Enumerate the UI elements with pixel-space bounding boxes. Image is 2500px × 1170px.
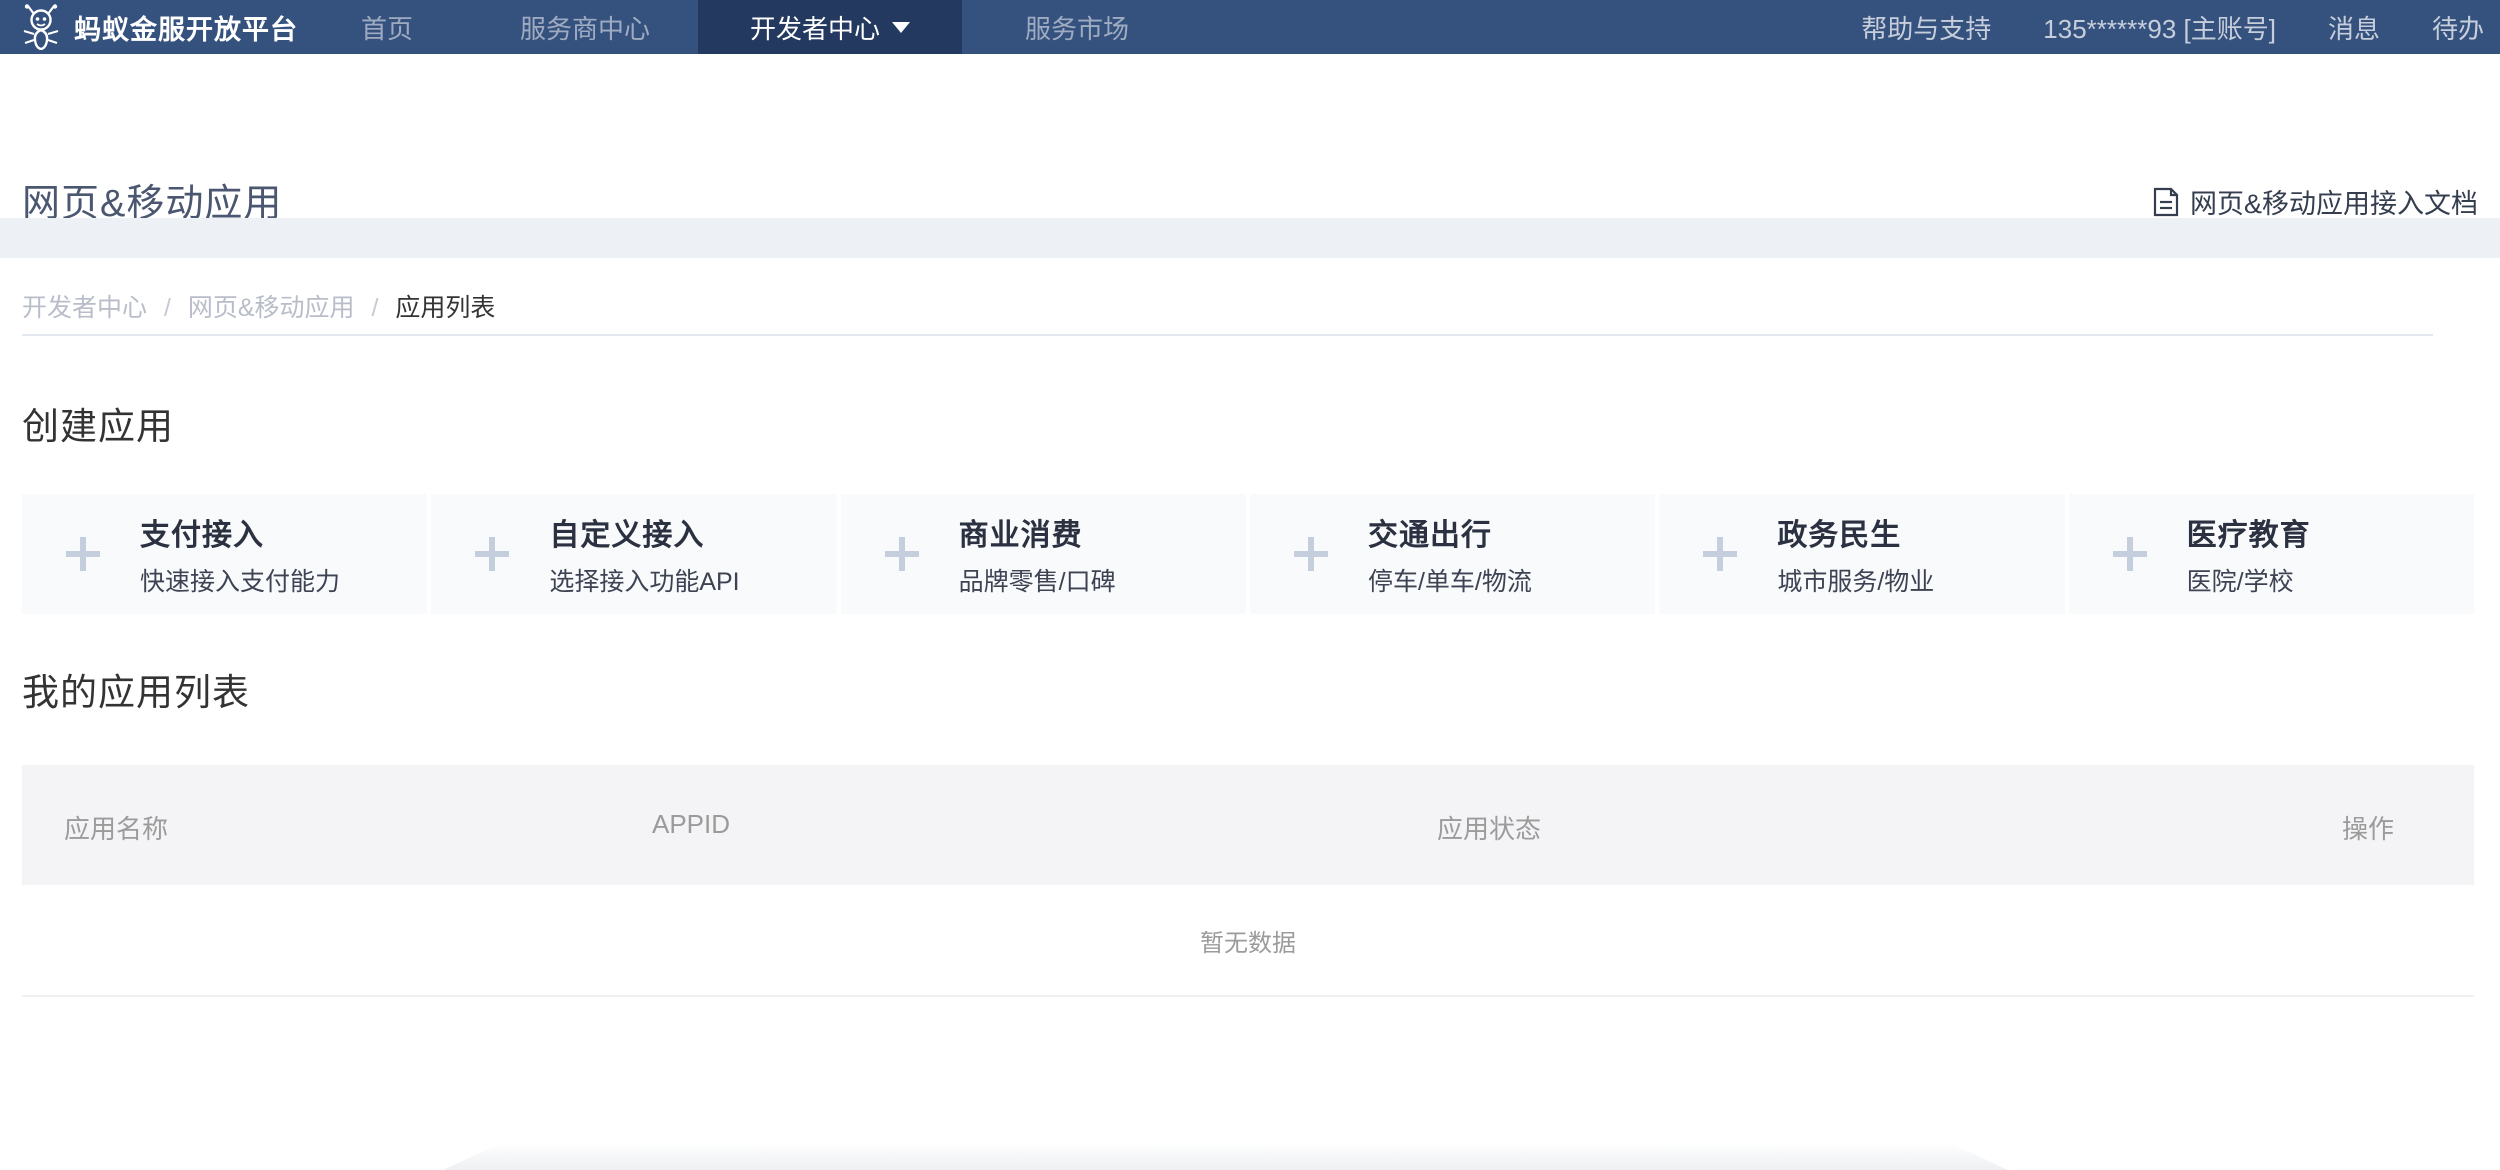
doc-link[interactable]: 网页&移动应用接入文档 <box>2152 182 2478 221</box>
plus-icon <box>1294 537 1328 571</box>
card-text: 医疗教育 医院/学校 <box>2187 510 2311 598</box>
breadcrumb: 开发者中心 / 网页&移动应用 / 应用列表 <box>22 288 495 324</box>
card-title: 支付接入 <box>140 510 340 554</box>
card-subtitle: 医院/学校 <box>2187 562 2311 598</box>
plus-icon <box>2113 537 2147 571</box>
breadcrumb-separator: / <box>372 294 379 322</box>
chevron-down-icon <box>892 22 910 33</box>
card-text: 商业消费 品牌零售/口碑 <box>959 510 1116 598</box>
navbar-right: 帮助与支持 135******93 [主账号] 消息 待办 <box>1861 0 2500 54</box>
nav-item-label: 服务商中心 <box>520 9 650 46</box>
card-text: 支付接入 快速接入支付能力 <box>140 510 340 598</box>
plus-icon <box>475 537 509 571</box>
plus-icon <box>66 537 100 571</box>
breadcrumb-web-mobile-app[interactable]: 网页&移动应用 <box>188 294 355 322</box>
brand[interactable]: 蚂蚁金服开放平台 <box>0 0 298 54</box>
brand-name: 蚂蚁金服开放平台 <box>74 8 298 47</box>
page: 蚂蚁金服开放平台 首页 服务商中心 开发者中心 服务市场 帮助与支持 135**… <box>0 0 2500 1170</box>
footer-shadow <box>443 1142 2008 1170</box>
card-text: 交通出行 停车/单车/物流 <box>1368 510 1532 598</box>
create-card-government[interactable]: 政务民生 城市服务/物业 <box>1659 494 2064 614</box>
create-card-custom[interactable]: 自定义接入 选择接入功能API <box>431 494 836 614</box>
help-support-link[interactable]: 帮助与支持 <box>1861 9 1991 46</box>
column-appid: APPID <box>652 809 730 840</box>
create-card-payment[interactable]: 支付接入 快速接入支付能力 <box>22 494 427 614</box>
card-title: 商业消费 <box>959 510 1116 554</box>
column-actions: 操作 <box>2342 809 2394 846</box>
create-card-commerce[interactable]: 商业消费 品牌零售/口碑 <box>841 494 1246 614</box>
card-subtitle: 停车/单车/物流 <box>1368 562 1532 598</box>
nav-item-label: 首页 <box>361 9 413 46</box>
nav-item-home[interactable]: 首页 <box>302 0 472 54</box>
ant-logo-icon <box>20 4 62 50</box>
document-icon <box>2152 187 2180 217</box>
card-subtitle: 选择接入功能API <box>549 562 739 598</box>
breadcrumb-developer-center[interactable]: 开发者中心 <box>22 294 147 322</box>
app-table-header: 应用名称 APPID 应用状态 操作 <box>22 765 2474 885</box>
card-title: 交通出行 <box>1368 510 1532 554</box>
nav-item-developer-center[interactable]: 开发者中心 <box>698 0 962 54</box>
card-text: 自定义接入 选择接入功能API <box>549 510 739 598</box>
create-section-title: 创建应用 <box>22 396 174 450</box>
todo-link[interactable]: 待办 <box>2432 9 2484 46</box>
column-app-name: 应用名称 <box>64 809 168 846</box>
create-card-strip: 支付接入 快速接入支付能力 自定义接入 选择接入功能API 商业消费 品牌零售/… <box>22 494 2474 614</box>
header-divider-band <box>0 218 2500 258</box>
card-subtitle: 品牌零售/口碑 <box>959 562 1116 598</box>
nav-item-service-provider-center[interactable]: 服务商中心 <box>472 0 698 54</box>
card-title: 医疗教育 <box>2187 510 2311 554</box>
app-list-title: 我的应用列表 <box>22 662 250 716</box>
empty-state-text: 暂无数据 <box>1200 923 1296 958</box>
plus-icon <box>1703 537 1737 571</box>
card-subtitle: 快速接入支付能力 <box>140 562 340 598</box>
column-app-status: 应用状态 <box>1437 809 1541 846</box>
nav-item-service-market[interactable]: 服务市场 <box>962 0 1192 54</box>
nav-item-label: 服务市场 <box>1025 9 1129 46</box>
breadcrumb-separator: / <box>164 294 171 322</box>
breadcrumb-divider <box>22 334 2433 336</box>
messages-link[interactable]: 消息 <box>2328 9 2380 46</box>
create-card-medical-education[interactable]: 医疗教育 医院/学校 <box>2069 494 2474 614</box>
card-subtitle: 城市服务/物业 <box>1777 562 1934 598</box>
create-card-transport[interactable]: 交通出行 停车/单车/物流 <box>1250 494 1655 614</box>
card-title: 自定义接入 <box>549 510 739 554</box>
empty-state: 暂无数据 <box>22 885 2474 997</box>
card-title: 政务民生 <box>1777 510 1934 554</box>
top-navbar: 蚂蚁金服开放平台 首页 服务商中心 开发者中心 服务市场 帮助与支持 135**… <box>0 0 2500 54</box>
account-label[interactable]: 135******93 [主账号] <box>2043 9 2276 46</box>
app-table: 应用名称 APPID 应用状态 操作 暂无数据 <box>22 765 2474 997</box>
doc-link-label: 网页&移动应用接入文档 <box>2190 182 2478 221</box>
breadcrumb-current: 应用列表 <box>395 294 495 322</box>
page-header: 网页&移动应用 网页&移动应用接入文档 <box>0 54 2500 218</box>
card-text: 政务民生 城市服务/物业 <box>1777 510 1934 598</box>
plus-icon <box>885 537 919 571</box>
nav-item-label: 开发者中心 <box>750 9 880 46</box>
